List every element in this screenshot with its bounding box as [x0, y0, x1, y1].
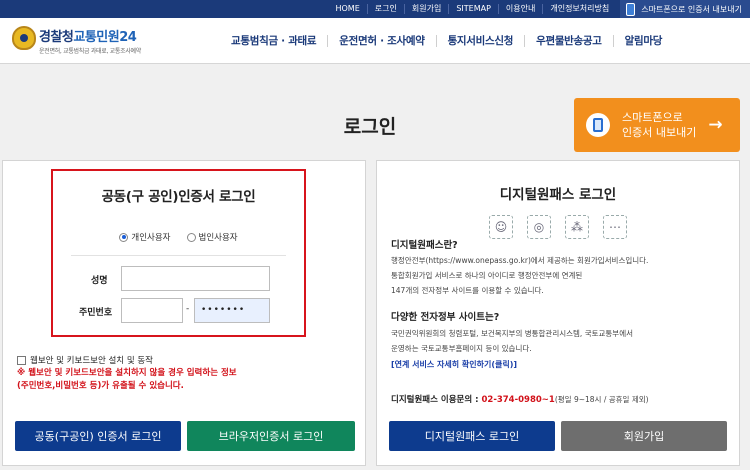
fingerprint-icon: ◎ — [527, 215, 551, 239]
radio-corporate[interactable]: 법인사용자 — [186, 231, 238, 243]
site-logo[interactable]: 경찰청교통민원24 운전면허, 교통범칙금 과태료, 교통조사예약 — [12, 26, 141, 55]
pattern-icon: ⁂ — [565, 215, 589, 239]
browser-cert-login-button[interactable]: 브라우저인증서 로그인 — [187, 421, 355, 451]
onepass-login-button[interactable]: 디지털원패스 로그인 — [389, 421, 555, 451]
radio-personal-label: 개인사용자 — [131, 233, 171, 243]
link-privacy[interactable]: 개인정보처리방침 — [542, 4, 616, 14]
security-check[interactable]: 웹보안 및 키보드보안 설치 및 동작 — [17, 354, 153, 366]
warning-line-1: ※ 웹보안 및 키보드보안을 설치하지 않을 경우 입력하는 정보 — [17, 368, 237, 378]
q-what-is-onepass: 디지털원패스란? — [391, 240, 458, 251]
link-guide[interactable]: 이용안내 — [497, 4, 542, 14]
contact-tel: 02-374-0980~1 — [481, 395, 555, 405]
arrow-right-icon: → — [708, 115, 723, 135]
onepass-description: 행정안전부(https://www.onepass.go.kr)에서 제공하는 … — [391, 253, 648, 298]
export-line-2: 인증서 내보내기 — [622, 126, 697, 139]
link-join[interactable]: 회원가입 — [403, 4, 448, 14]
rrn-dash: - — [186, 304, 190, 314]
nav-notice[interactable]: 알림마당 — [612, 35, 673, 47]
cert-login-button[interactable]: 공동(구공인) 인증서 로그인 — [15, 421, 181, 451]
name-label: 성명 — [91, 276, 108, 286]
link-home[interactable]: HOME — [328, 4, 366, 14]
q-gov-sites: 다양한 전자정부 사이트는? — [391, 312, 500, 323]
onepass-contact: 디지털원패스 이용문의 : 02-374-0980~1(평일 9~18시 / 공… — [391, 393, 649, 405]
nav-notify[interactable]: 통지서비스신청 — [435, 35, 525, 47]
security-warning: ※ 웹보안 및 키보드보안을 설치하지 않을 경우 입력하는 정보 (주민번호,… — [17, 367, 237, 393]
rrn-back-input[interactable]: ••••••• — [194, 298, 270, 323]
top-utility-bar: HOME 로그인 회원가입 SITEMAP 이용안내 개인정보처리방침 스마트폰… — [0, 0, 750, 18]
cert-login-panel: 공동(구 공인)인증서 로그인 개인사용자 법인사용자 성명 주민번호 - ••… — [2, 160, 366, 466]
site-header: 경찰청교통민원24 운전면허, 교통범칙금 과태료, 교통조사예약 교통범칙금 … — [0, 18, 750, 64]
desc1-line1: 행정안전부(https://www.onepass.go.kr)에서 제공하는 … — [391, 256, 649, 265]
police-emblem-icon — [12, 26, 36, 50]
radio-personal[interactable]: 개인사용자 — [119, 231, 171, 243]
smartphone-icon — [626, 2, 636, 16]
main-nav: 교통범칙금 · 과태료 운전면허 · 조사예약 통지서비스신청 우편물반송공고 … — [220, 18, 673, 64]
radio-dot[interactable] — [186, 232, 196, 242]
smartphone-export-icon — [586, 113, 610, 137]
desc2-line2: 운영하는 국토교통부홈페이지 등이 있습니다. — [391, 344, 532, 353]
auth-method-icons: ☺ ◎ ⁂ ⋯ — [489, 215, 627, 239]
export-line-1: 스마트폰으로 — [622, 111, 683, 124]
desc1-line2: 통합회원가입 서비스로 하나의 아이디로 행정안전부에 연계된 — [391, 271, 583, 280]
rrn-front-input[interactable] — [121, 298, 183, 323]
link-sitemap[interactable]: SITEMAP — [448, 4, 498, 14]
logo-subtitle: 운전면허, 교통범칙금 과태료, 교통조사예약 — [39, 48, 141, 55]
join-button[interactable]: 회원가입 — [561, 421, 727, 451]
logo-prefix: 경찰청 — [39, 30, 74, 45]
user-type-radios: 개인사용자 법인사용자 — [53, 231, 304, 243]
divider — [71, 255, 286, 256]
name-input[interactable] — [121, 266, 270, 291]
desc1-line3: 147개의 전자정부 사이트를 이용할 수 있습니다. — [391, 286, 544, 295]
logo-highlight: 교통민원24 — [73, 30, 137, 45]
cert-login-title: 공동(구 공인)인증서 로그인 — [101, 189, 256, 205]
desc2-line1: 국민권익위원회의 청렴포털, 보건복지부의 병통합관리시스템, 국토교통부에서 — [391, 329, 634, 338]
digital-onepass-panel: 디지털원패스 로그인 ☺ ◎ ⁂ ⋯ 디지털원패스란? 행정안전부(https:… — [376, 160, 740, 466]
smartphone-export-top-label: 스마트폰으로 인증서 내보내기 — [641, 4, 742, 14]
logo-title: 경찰청교통민원24 — [39, 26, 141, 45]
cert-login-highlight: 공동(구 공인)인증서 로그인 개인사용자 법인사용자 성명 주민번호 - ••… — [51, 169, 306, 337]
linked-services-link[interactable]: [연계 서비스 자세히 확인하기(클릭)] — [391, 359, 517, 370]
contact-hours: (평일 9~18시 / 공휴일 제외) — [554, 395, 649, 404]
nav-returned-mail[interactable]: 우편물반송공고 — [524, 35, 613, 47]
radio-dot-selected[interactable] — [119, 232, 129, 242]
smartphone-export-button[interactable]: 스마트폰으로 인증서 내보내기 → — [574, 98, 740, 152]
radio-corporate-label: 법인사용자 — [198, 233, 238, 243]
nav-license[interactable]: 운전면허 · 조사예약 — [327, 35, 435, 47]
smartphone-export-top-button[interactable]: 스마트폰으로 인증서 내보내기 — [620, 0, 750, 18]
contact-label: 디지털원패스 이용문의 : — [391, 395, 479, 405]
smartphone-export-text: 스마트폰으로 인증서 내보내기 — [622, 110, 696, 140]
face-scan-icon: ☺ — [489, 215, 513, 239]
nav-fines[interactable]: 교통범칙금 · 과태료 — [220, 35, 327, 47]
warning-line-2: (주민번호,비밀번호 등)가 유출될 수 있습니다. — [17, 381, 184, 391]
digital-onepass-title: 디지털원패스 로그인 — [499, 187, 617, 203]
security-check-label: 웹보안 및 키보드보안 설치 및 동작 — [30, 356, 153, 366]
rrn-label: 주민번호 — [79, 308, 113, 318]
pin-dots-icon: ⋯ — [603, 215, 627, 239]
utility-links: HOME 로그인 회원가입 SITEMAP 이용안내 개인정보처리방침 스마트폰… — [328, 0, 750, 18]
security-checkbox[interactable] — [17, 355, 26, 365]
gov-sites-description: 국민권익위원회의 청렴포털, 보건복지부의 병통합관리시스템, 국토교통부에서 … — [391, 326, 633, 356]
link-login[interactable]: 로그인 — [366, 4, 404, 14]
